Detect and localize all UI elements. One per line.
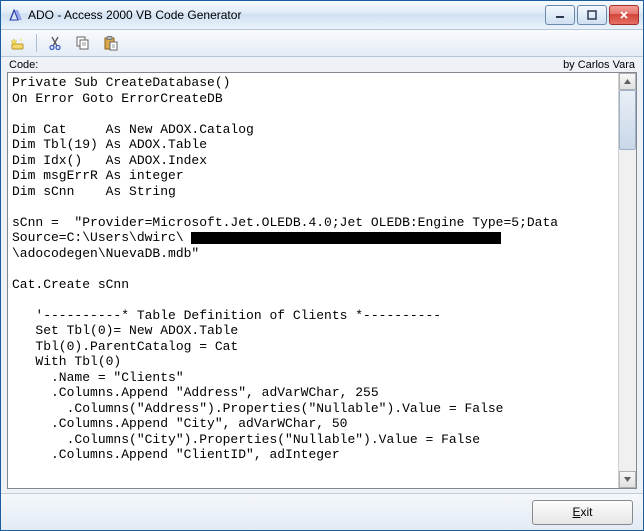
redacted-path: [191, 232, 501, 244]
scroll-down-button[interactable]: [619, 471, 636, 488]
exit-button-label: Exit: [572, 505, 592, 519]
minimize-button[interactable]: [545, 5, 575, 25]
code-label: Code:: [9, 59, 38, 71]
toolbar: [1, 30, 643, 57]
label-row: Code: by Carlos Vara: [1, 57, 643, 72]
wizard-icon[interactable]: [6, 31, 30, 55]
toolbar-separator: [36, 34, 37, 52]
window-title: ADO - Access 2000 VB Code Generator: [28, 8, 545, 22]
close-button[interactable]: [609, 5, 639, 25]
title-bar: ADO - Access 2000 VB Code Generator: [1, 1, 643, 30]
bottom-bar: Exit: [1, 493, 643, 530]
scroll-up-button[interactable]: [619, 73, 636, 90]
code-area: Private Sub CreateDatabase() On Error Go…: [7, 72, 637, 489]
vertical-scrollbar[interactable]: [618, 73, 636, 488]
copy-icon[interactable]: [71, 31, 95, 55]
exit-button[interactable]: Exit: [532, 500, 633, 525]
paste-icon[interactable]: [99, 31, 123, 55]
app-icon: [7, 7, 23, 23]
code-text[interactable]: Private Sub CreateDatabase() On Error Go…: [8, 73, 618, 488]
app-window: ADO - Access 2000 VB Code Generator: [0, 0, 644, 531]
window-controls: [545, 5, 639, 25]
maximize-button[interactable]: [577, 5, 607, 25]
scroll-thumb[interactable]: [619, 90, 636, 150]
cut-icon[interactable]: [43, 31, 67, 55]
author-label: by Carlos Vara: [563, 59, 635, 71]
scroll-track[interactable]: [619, 90, 636, 471]
